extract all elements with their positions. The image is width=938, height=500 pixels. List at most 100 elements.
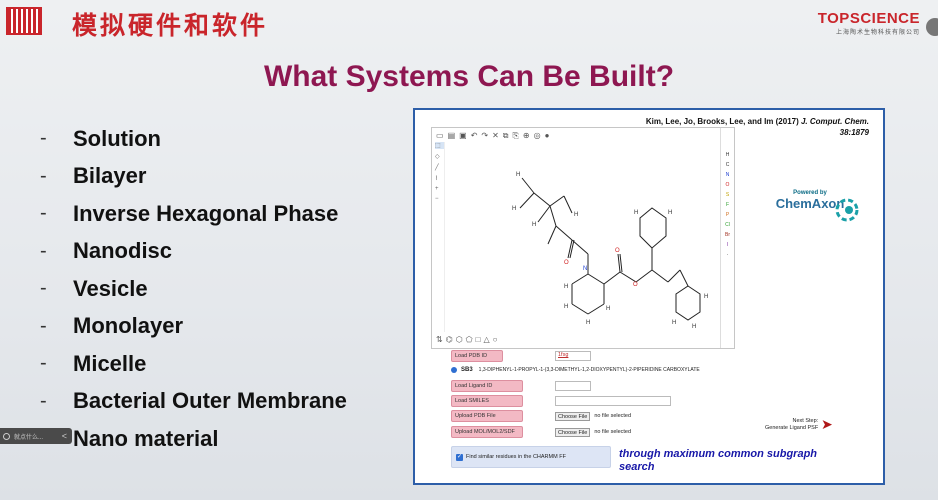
topscience-slide-logo xyxy=(6,7,42,35)
chain-tool-icon[interactable]: ⌇ xyxy=(435,175,444,182)
bullet-dash: - xyxy=(40,239,47,262)
element-more[interactable]: · xyxy=(727,252,729,258)
save-icon[interactable]: ▣ xyxy=(459,131,467,141)
citation-volume: 38:1879 xyxy=(839,128,869,137)
element-n[interactable]: N xyxy=(726,172,730,178)
next-arrow-icon: ➤ xyxy=(821,416,833,432)
find-similar-checkbox[interactable]: ✓ xyxy=(456,453,463,461)
element-palette: H C N O S F P Cl Br I · xyxy=(720,128,734,348)
slide-header-title: 模拟硬件和软件 xyxy=(72,11,269,40)
element-s[interactable]: S xyxy=(726,192,729,198)
upload-mol-button[interactable]: Upload MOL/MOL2/SDF xyxy=(451,426,523,438)
hexagon-icon[interactable]: ⬡ xyxy=(456,335,463,345)
next-step-action: Generate Ligand PSF xyxy=(765,425,819,431)
load-ligand-id-button[interactable]: Load Ligand ID xyxy=(451,380,523,392)
system-label: Bilayer xyxy=(73,163,147,189)
list-item: - Solution xyxy=(40,120,347,158)
side-assistant-pill[interactable]: 就点什么... < xyxy=(0,428,72,444)
list-item: -Nano material xyxy=(40,420,347,458)
upload-mol-row: Upload MOL/MOL2/SDF Choose File no file … xyxy=(451,426,631,438)
molecule-structure-drawing: N O O O H H H H H H H H H H H H H xyxy=(512,172,708,330)
load-smiles-button[interactable]: Load SMILES xyxy=(451,395,523,407)
list-item: - Bacterial Outer Membrane xyxy=(40,383,347,421)
svg-text:H: H xyxy=(564,304,568,310)
element-cl[interactable]: Cl xyxy=(725,222,730,228)
redo-icon[interactable]: ↷ xyxy=(481,131,488,141)
load-pdb-id-button[interactable]: Load PDB ID xyxy=(451,350,503,362)
upload-pdb-button[interactable]: Upload PDB File xyxy=(451,410,523,422)
triangle-icon[interactable]: △ xyxy=(483,335,489,345)
sb3-radio[interactable] xyxy=(451,367,457,373)
sb3-label: SB3 xyxy=(461,367,473,373)
info-icon[interactable]: ● xyxy=(545,131,550,141)
system-label: Vesicle xyxy=(73,275,148,301)
next-step-button[interactable]: Next Step: Generate Ligand PSF ➤ xyxy=(765,417,833,432)
element-i[interactable]: I xyxy=(727,242,728,248)
collapse-arrow-icon[interactable]: < xyxy=(62,431,67,441)
svg-text:N: N xyxy=(583,266,587,272)
pentagon-icon[interactable]: ⬠ xyxy=(466,335,473,345)
bond-tool-icon[interactable]: ╱ xyxy=(435,164,444,171)
smiles-input[interactable] xyxy=(555,396,671,406)
system-label: Inverse Hexagonal Phase xyxy=(73,200,339,226)
svg-text:H: H xyxy=(672,320,676,326)
svg-text:H: H xyxy=(516,172,520,178)
sb3-row: SB3 1,3-DIPHENYL-1-PROPYL-1-(3,3-DIMETHY… xyxy=(451,367,700,373)
svg-text:H: H xyxy=(692,324,696,330)
chemaxon-logo: Powered by ChemAxon xyxy=(755,190,865,222)
element-br[interactable]: Br xyxy=(725,232,730,238)
sb3-chemical-name: 1,3-DIPHENYL-1-PROPYL-1-(3,3-DIMETHYL-1,… xyxy=(478,367,700,373)
assistant-icon xyxy=(3,432,10,440)
arrow-tool-icon[interactable]: ⇅ xyxy=(436,335,443,345)
chemaxon-mark-icon xyxy=(835,198,859,222)
system-label: Nanodisc xyxy=(73,238,173,264)
editor-tools: ⬚ ◇ ╱ ⌇ + − xyxy=(435,142,445,332)
svg-text:H: H xyxy=(586,320,590,326)
find-similar-label: Find similar residues in the CHARMM FF xyxy=(466,454,566,460)
paste-icon[interactable]: ⎘ xyxy=(513,131,519,141)
benzene-icon[interactable]: ⌬ xyxy=(446,335,453,345)
find-similar-option[interactable]: ✓ Find similar residues in the CHARMM FF xyxy=(451,446,611,468)
copy-icon[interactable]: ⧉ xyxy=(503,131,509,141)
brand-name: TOPSCIENCE xyxy=(817,10,920,27)
list-item: - Nanodisc xyxy=(40,233,347,271)
system-label: Solution xyxy=(73,125,161,151)
choose-file-pdb-button[interactable]: Choose File xyxy=(555,411,591,421)
element-h[interactable]: H xyxy=(726,152,730,158)
open-icon[interactable]: ▤ xyxy=(448,131,456,141)
settings-icon[interactable]: ◎ xyxy=(534,131,541,141)
system-label: Bacterial Outer Membrane xyxy=(73,388,347,414)
bullet-dash: - xyxy=(40,352,47,375)
system-label: Nano material xyxy=(73,425,219,451)
molecule-editor[interactable]: ▭ ▤ ▣ ↶ ↷ ✕ ⧉ ⎘ ⊕ ◎ ● ⬚ ◇ ╱ ⌇ + − H C N … xyxy=(431,127,735,349)
svg-text:H: H xyxy=(532,222,536,228)
next-step-label: Next Step: xyxy=(792,418,819,424)
square-icon[interactable]: □ xyxy=(476,335,481,345)
charge-plus-icon[interactable]: + xyxy=(435,186,444,192)
select-tool-icon[interactable]: ⬚ xyxy=(435,142,444,149)
undo-icon[interactable]: ↶ xyxy=(471,131,478,141)
citation-journal: J. Comput. Chem. xyxy=(800,117,869,126)
new-file-icon[interactable]: ▭ xyxy=(436,131,444,141)
editor-toolbar: ▭ ▤ ▣ ↶ ↷ ✕ ⧉ ⎘ ⊕ ◎ ● xyxy=(436,131,654,141)
zoom-icon[interactable]: ⊕ xyxy=(523,131,530,141)
element-o[interactable]: O xyxy=(726,182,730,188)
svg-text:O: O xyxy=(615,248,620,254)
element-c[interactable]: C xyxy=(726,162,730,168)
choose-file-mol-button[interactable]: Choose File xyxy=(555,427,591,437)
ligand-id-row: Load Ligand ID xyxy=(451,380,591,392)
svg-text:H: H xyxy=(574,212,578,218)
pdb-id-input[interactable]: 1fsg xyxy=(555,351,591,361)
citation-authors: Kim, Lee, Jo, Brooks, Lee, and Im (2017) xyxy=(645,117,799,126)
element-p[interactable]: P xyxy=(726,212,729,218)
svg-text:O: O xyxy=(564,260,569,266)
circle-icon[interactable]: ○ xyxy=(493,335,498,345)
eraser-icon[interactable]: ◇ xyxy=(435,153,444,160)
element-f[interactable]: F xyxy=(726,202,729,208)
list-item: - Bilayer xyxy=(40,158,347,196)
bullet-dash: - xyxy=(40,314,47,337)
svg-text:H: H xyxy=(704,294,708,300)
ligand-id-input[interactable] xyxy=(555,381,591,391)
clear-icon[interactable]: ✕ xyxy=(492,131,499,141)
charge-minus-icon[interactable]: − xyxy=(435,196,444,202)
